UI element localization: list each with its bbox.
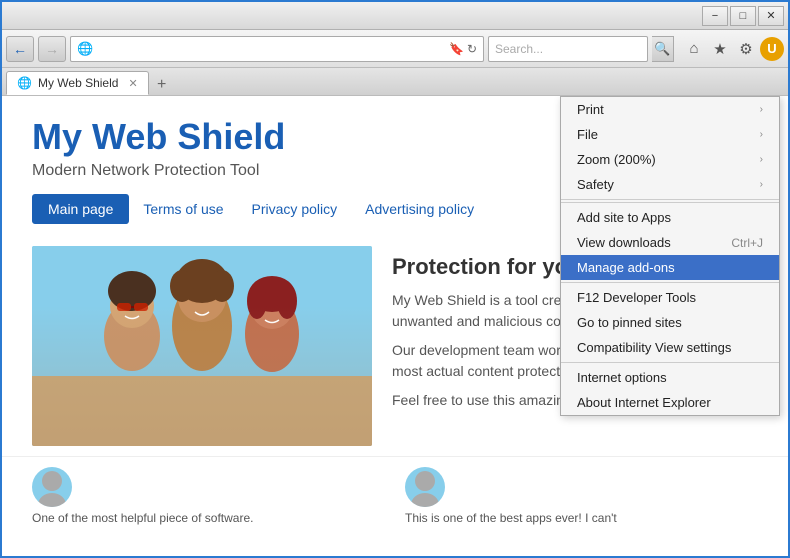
- context-menu[interactable]: Print › File › Zoom (200%) › Safety › Add site t…: [560, 96, 780, 416]
- user-avatar[interactable]: U: [760, 37, 784, 61]
- close-button[interactable]: ✕: [758, 6, 784, 26]
- terms-link[interactable]: Terms of use: [129, 194, 237, 224]
- menu-item-zoom-(200%)[interactable]: Zoom (200%) ›: [561, 147, 779, 172]
- menu-divider-4: [561, 202, 779, 203]
- search-button[interactable]: 🔍: [652, 36, 674, 62]
- tab-label: My Web Shield: [38, 76, 118, 90]
- toolbar-icons: ⌂ ★ ⚙ U: [682, 37, 784, 61]
- menu-item-label: Manage add-ons: [577, 260, 675, 275]
- new-tab-button[interactable]: +: [151, 75, 173, 95]
- title-bar: − □ ✕: [2, 2, 788, 30]
- minimize-button[interactable]: −: [702, 6, 728, 26]
- main-page-button[interactable]: Main page: [32, 194, 129, 224]
- menu-divider-7: [561, 282, 779, 283]
- menu-item-shortcut: Ctrl+J: [731, 236, 763, 250]
- back-button[interactable]: ←: [6, 36, 34, 62]
- menu-item-label: Print: [577, 102, 604, 117]
- menu-item-label: Safety: [577, 177, 614, 192]
- tab-favicon: 🌐: [17, 76, 32, 90]
- address-bar-icons: 🔖 ↻: [449, 42, 477, 56]
- favorites-icon[interactable]: ★: [708, 37, 732, 61]
- search-placeholder: Search...: [495, 42, 543, 56]
- address-bar[interactable]: 🌐 🔖 ↻: [70, 36, 484, 62]
- menu-item-label: Go to pinned sites: [577, 315, 682, 330]
- testimonial-text-2: This is one of the best apps ever! I can…: [405, 511, 758, 525]
- tab-close-button[interactable]: ✕: [128, 77, 137, 90]
- menu-item-arrow: ›: [760, 179, 763, 190]
- page-icon: 🌐: [77, 41, 93, 57]
- window-controls: − □ ✕: [702, 6, 784, 26]
- testimonial-text-1: One of the most helpful piece of softwar…: [32, 511, 385, 525]
- site-hero-image: [32, 246, 372, 446]
- menu-item-label: View downloads: [577, 235, 671, 250]
- tab-mywebshield[interactable]: 🌐 My Web Shield ✕: [6, 71, 149, 95]
- menu-divider-after-safety: [561, 199, 779, 200]
- home-icon[interactable]: ⌂: [682, 37, 706, 61]
- menu-item-arrow: ›: [760, 104, 763, 115]
- menu-item-safety[interactable]: Safety ›: [561, 172, 779, 197]
- menu-item-label: Zoom (200%): [577, 152, 656, 167]
- menu-item-go-to-pinned-sites[interactable]: Go to pinned sites: [561, 310, 779, 335]
- menu-item-arrow: ›: [760, 154, 763, 165]
- testimonial-2: This is one of the best apps ever! I can…: [405, 467, 758, 525]
- testimonials: One of the most helpful piece of softwar…: [2, 456, 788, 535]
- menu-item-label: F12 Developer Tools: [577, 290, 696, 305]
- navigation-bar: ← → 🌐 🔖 ↻ Search... 🔍 ⌂ ★ ⚙ U: [2, 30, 788, 68]
- testimonial-1: One of the most helpful piece of softwar…: [32, 467, 385, 525]
- content-area: 🛡 My Web Shield Modern Network Protectio…: [2, 96, 788, 556]
- menu-item-label: About Internet Explorer: [577, 395, 711, 410]
- menu-divider-before-inoptions: [561, 362, 779, 363]
- menu-item-internet-options[interactable]: Internet options: [561, 365, 779, 390]
- menu-item-f12-developer-tools[interactable]: F12 Developer Tools: [561, 285, 779, 310]
- browser-window: − □ ✕ ← → 🌐 🔖 ↻ Search... 🔍 ⌂ ★ ⚙ U: [0, 0, 790, 558]
- privacy-link[interactable]: Privacy policy: [238, 194, 352, 224]
- menu-item-label: Internet options: [577, 370, 667, 385]
- menu-item-label: Add site to Apps: [577, 210, 671, 225]
- menu-item-label: Compatibility View settings: [577, 340, 731, 355]
- menu-item-add-site-to-apps[interactable]: Add site to Apps: [561, 205, 779, 230]
- search-input[interactable]: Search...: [488, 36, 648, 62]
- menu-item-about-internet-explorer[interactable]: About Internet Explorer: [561, 390, 779, 415]
- bookmark-icon[interactable]: 🔖: [449, 42, 464, 56]
- tab-bar: 🌐 My Web Shield ✕ +: [2, 68, 788, 96]
- maximize-button[interactable]: □: [730, 6, 756, 26]
- menu-item-manage-add-ons[interactable]: Manage add-ons: [561, 255, 779, 280]
- menu-item-arrow: ›: [760, 129, 763, 140]
- menu-item-print[interactable]: Print ›: [561, 97, 779, 122]
- settings-icon[interactable]: ⚙: [734, 37, 758, 61]
- refresh-icon[interactable]: ↻: [467, 42, 477, 56]
- menu-item-compatibility-view-settings[interactable]: Compatibility View settings: [561, 335, 779, 360]
- menu-item-file[interactable]: File ›: [561, 122, 779, 147]
- advertising-link[interactable]: Advertising policy: [351, 194, 488, 224]
- menu-item-view-downloads[interactable]: View downloads Ctrl+J: [561, 230, 779, 255]
- forward-button[interactable]: →: [38, 36, 66, 62]
- menu-item-label: File: [577, 127, 598, 142]
